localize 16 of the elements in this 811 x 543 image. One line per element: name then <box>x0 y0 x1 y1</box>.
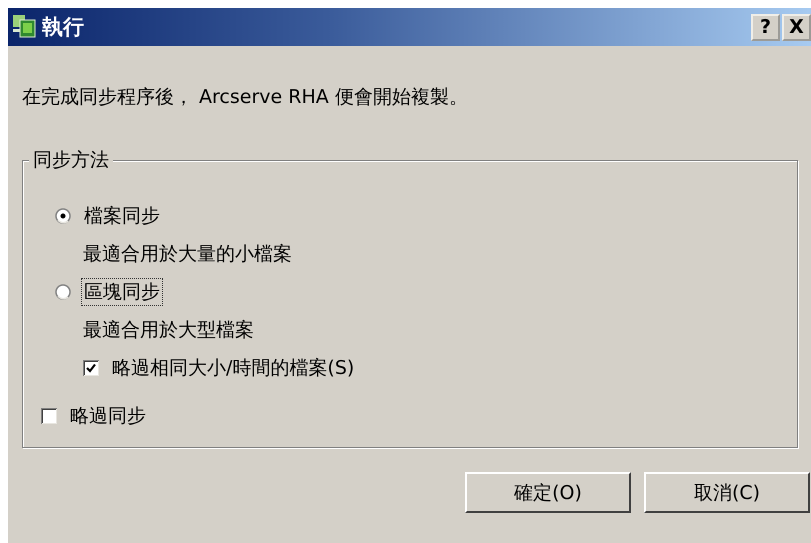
radio-label[interactable]: 區塊同步 <box>81 278 163 306</box>
window-title: 執行 <box>42 14 85 41</box>
option-description: 最適合用於大型檔案 <box>82 318 255 343</box>
close-button[interactable]: X <box>782 14 811 40</box>
radio-button[interactable] <box>55 284 71 300</box>
dialog-button[interactable]: 取消(C) <box>644 472 810 513</box>
checkbox-label[interactable]: 略過相同大小/時間的檔案(S) <box>109 354 358 382</box>
checkbox[interactable] <box>83 360 99 376</box>
dialog-button[interactable]: 確定(O) <box>465 472 631 513</box>
help-button[interactable]: ? <box>751 14 780 40</box>
option-description: 最適合用於大量的小檔案 <box>82 242 293 267</box>
radio-label[interactable]: 檔案同步 <box>81 202 163 230</box>
checkbox[interactable] <box>41 408 57 424</box>
checkbox-label[interactable]: 略過同步 <box>67 402 149 430</box>
message-text: 在完成同步程序後， Arcserve RHA 便會開始複製。 <box>21 85 469 110</box>
radio-button[interactable] <box>55 208 71 224</box>
